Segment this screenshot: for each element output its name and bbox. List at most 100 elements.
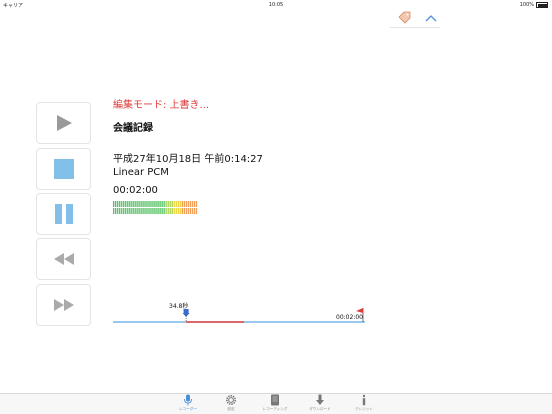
- rewind-button[interactable]: [36, 238, 91, 280]
- meter-segment: [119, 208, 121, 214]
- download-icon: [316, 394, 324, 405]
- meter-segment: [161, 208, 163, 214]
- meter-segment: [155, 208, 157, 214]
- pause-button[interactable]: [36, 193, 91, 235]
- status-time: 10:05: [268, 2, 284, 8]
- meter-segment: [149, 208, 151, 214]
- meter-segment: [187, 201, 190, 207]
- meter-segment: [135, 208, 137, 214]
- meter-segment: [193, 208, 196, 214]
- meter-segment: [123, 208, 125, 214]
- meter-segment: [159, 201, 161, 207]
- recording-duration: 00:02:00: [113, 185, 158, 196]
- tab-label: ダウンロード: [309, 407, 331, 411]
- microphone-icon: [184, 394, 192, 406]
- recording-datetime: 平成27年10月18日 午前0:14:27: [113, 154, 263, 165]
- meter-segment: [173, 208, 175, 214]
- meter-segment: [127, 201, 129, 207]
- fast-forward-button[interactable]: [36, 284, 91, 326]
- tab-credits[interactable]: クレジット: [344, 394, 384, 414]
- meter-segment: [173, 201, 175, 207]
- recording-format: Linear PCM: [113, 167, 169, 178]
- meter-segment: [167, 201, 169, 207]
- meter-segment: [181, 201, 183, 207]
- meter-segment: [113, 208, 115, 214]
- status-bar: キャリア 10:05 100%: [0, 0, 552, 10]
- meter-segment: [133, 208, 135, 214]
- meter-segment: [187, 208, 190, 214]
- pin-icon[interactable]: [182, 309, 190, 317]
- timeline[interactable]: [110, 305, 368, 327]
- collapse-button[interactable]: [423, 10, 439, 24]
- meter-segment: [153, 208, 155, 214]
- meter-segment: [157, 208, 159, 214]
- meter-segment: [131, 201, 133, 207]
- meter-segment: [161, 201, 163, 207]
- meter-segment: [145, 208, 147, 214]
- meter-segment: [155, 201, 157, 207]
- meter-segment: [163, 208, 165, 214]
- tab-recordings[interactable]: レコーディング: [255, 394, 295, 414]
- meter-segment: [183, 201, 185, 207]
- meter-segment: [191, 201, 194, 207]
- meter-segment: [177, 201, 179, 207]
- play-button[interactable]: [36, 102, 91, 144]
- battery-icon: [536, 2, 548, 8]
- meter-segment: [137, 201, 139, 207]
- meter-segment: [121, 208, 123, 214]
- meter-segment: [135, 201, 137, 207]
- meter-segment: [143, 208, 145, 214]
- gear-icon: [226, 395, 236, 405]
- rewind-icon: [53, 253, 74, 265]
- meter-segment: [169, 201, 171, 207]
- battery-percent: 100%: [519, 2, 534, 8]
- meter-segment: [179, 208, 181, 214]
- meter-segment: [141, 208, 143, 214]
- meter-segment: [167, 208, 169, 214]
- fast-forward-icon: [53, 299, 74, 311]
- meter-segment: [171, 208, 173, 214]
- meter-segment: [115, 201, 117, 207]
- meter-segment: [125, 201, 127, 207]
- tab-download[interactable]: ダウンロード: [300, 394, 340, 414]
- meter-segment: [153, 201, 155, 207]
- stop-icon: [53, 159, 74, 179]
- tab-recorder[interactable]: レコーダー: [168, 394, 208, 414]
- meter-segment: [175, 201, 177, 207]
- meter-segment: [157, 201, 159, 207]
- tab-label: レコーディング: [262, 407, 288, 411]
- meter-segment: [195, 201, 198, 207]
- meter-segment: [163, 201, 165, 207]
- meter-segment: [131, 208, 133, 214]
- pause-icon: [54, 204, 73, 224]
- info-icon: [362, 394, 366, 406]
- recordings-list-icon: [271, 394, 279, 406]
- meter-segment: [177, 208, 179, 214]
- stop-button[interactable]: [36, 148, 91, 190]
- edit-mode-label: 編集モード: 上書き...: [113, 100, 210, 111]
- meter-segment: [185, 208, 188, 214]
- meter-segment: [195, 208, 198, 214]
- meter-segment: [139, 208, 141, 214]
- meter-segment: [147, 208, 149, 214]
- meter-segment: [127, 208, 129, 214]
- tag-button[interactable]: [397, 10, 411, 24]
- level-meter-right: [113, 208, 198, 214]
- meter-segment: [185, 201, 188, 207]
- meter-segment: [113, 201, 115, 207]
- level-meter-left: [113, 201, 198, 207]
- meter-segment: [133, 201, 135, 207]
- meter-segment: [123, 201, 125, 207]
- meter-segment: [193, 201, 196, 207]
- tab-settings[interactable]: 設定: [211, 394, 251, 414]
- end-flag-icon[interactable]: [356, 308, 364, 322]
- meter-segment: [137, 208, 139, 214]
- tag-icon: [398, 11, 411, 24]
- toolbar-divider: [390, 27, 440, 28]
- meter-segment: [139, 201, 141, 207]
- meter-segment: [143, 201, 145, 207]
- play-icon: [56, 115, 72, 131]
- meter-segment: [129, 201, 131, 207]
- tab-label: レコーダー: [179, 407, 197, 411]
- meter-segment: [125, 208, 127, 214]
